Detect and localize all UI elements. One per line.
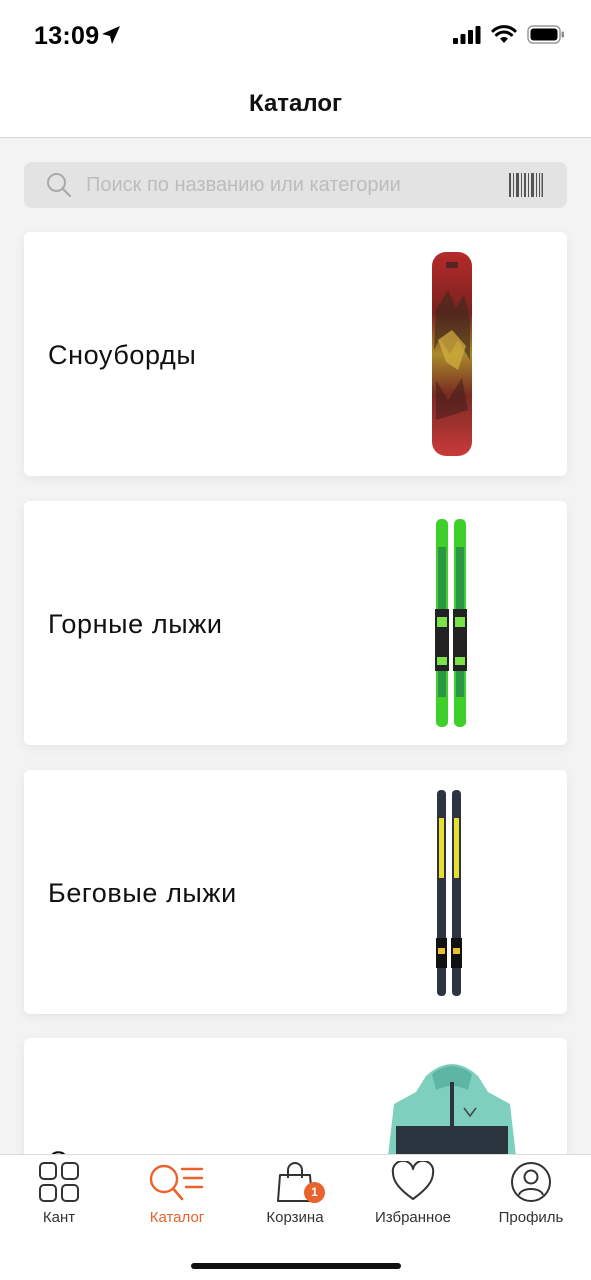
barcode-icon[interactable] — [509, 173, 543, 197]
jacket-image — [388, 1064, 516, 1156]
tab-label: Избранное — [374, 1209, 452, 1226]
status-time: 13:09 — [34, 22, 100, 50]
search-icon — [47, 173, 72, 198]
category-label: Сноуборды — [48, 340, 197, 370]
tab-label: Кант — [42, 1209, 76, 1226]
nav-header: Каталог — [0, 76, 591, 138]
tab-catalog[interactable]: Каталог — [118, 1155, 236, 1245]
category-card-alpine-skis[interactable]: Горные лыжи — [24, 501, 567, 745]
battery-icon — [527, 25, 564, 44]
location-arrow-icon — [102, 26, 120, 44]
heart-icon — [391, 1161, 435, 1200]
status-indicators — [453, 25, 565, 44]
status-bar: 13:09 — [0, 0, 591, 76]
profile-icon — [511, 1162, 551, 1202]
tab-favorites[interactable]: Избранное — [354, 1155, 472, 1245]
cellular-signal-icon — [453, 25, 481, 44]
wifi-icon — [491, 25, 517, 43]
tab-kant[interactable]: Кант — [0, 1155, 118, 1245]
category-card-cross-country-skis[interactable]: Беговые лыжи — [24, 770, 567, 1014]
tab-label: Профиль — [498, 1209, 564, 1226]
cart-badge: 1 — [304, 1182, 325, 1203]
search-bar[interactable] — [24, 162, 567, 208]
alpine-skis-image — [435, 519, 467, 727]
page-title: Каталог — [249, 90, 342, 117]
search-input[interactable] — [86, 162, 486, 208]
tab-cart[interactable]: 1 Корзина — [236, 1155, 354, 1245]
cross-country-skis-image — [436, 790, 462, 996]
tab-bar: Кант Каталог 1 Корзина Избранное Профиль — [0, 1154, 591, 1280]
tab-label: Каталог — [149, 1209, 205, 1226]
category-label: Беговые лыжи — [48, 878, 237, 908]
category-label: Горные лыжи — [48, 609, 223, 639]
grid-icon — [39, 1162, 79, 1202]
home-indicator — [191, 1263, 401, 1269]
category-card-snowboards[interactable]: Сноуборды — [24, 232, 567, 476]
catalog-search-icon — [149, 1164, 204, 1201]
tab-profile[interactable]: Профиль — [472, 1155, 590, 1245]
tab-label: Корзина — [266, 1209, 324, 1226]
snowboard-image — [432, 252, 472, 456]
